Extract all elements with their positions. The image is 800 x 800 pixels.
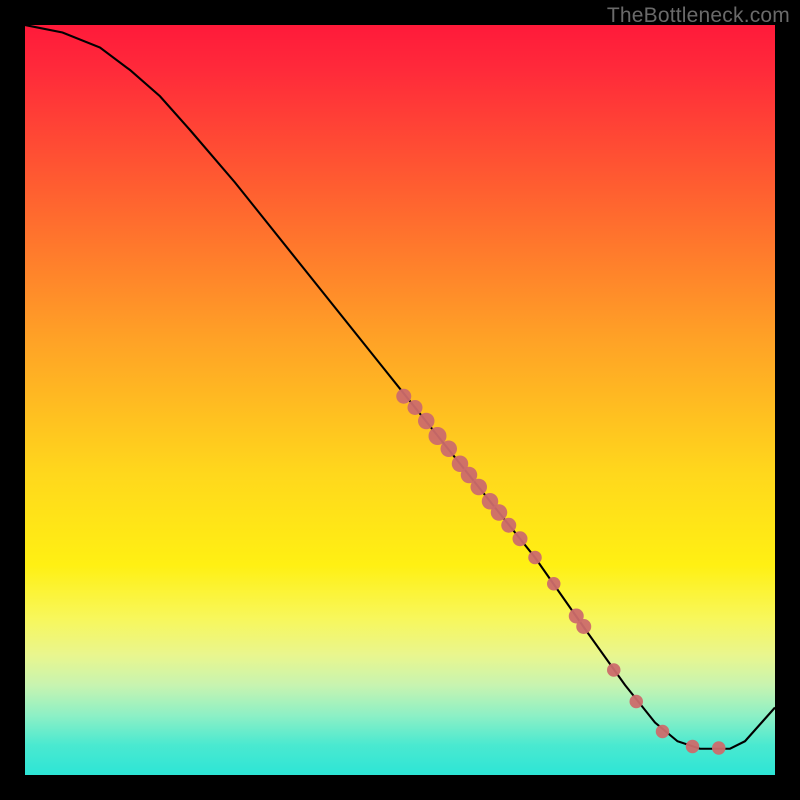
data-marker bbox=[547, 577, 561, 591]
data-marker bbox=[712, 741, 726, 755]
data-marker bbox=[441, 441, 458, 458]
data-marker bbox=[408, 400, 423, 415]
chart-frame: TheBottleneck.com bbox=[0, 0, 800, 800]
data-marker bbox=[396, 389, 411, 404]
data-marker bbox=[686, 740, 700, 754]
data-marker bbox=[491, 504, 508, 521]
data-marker bbox=[630, 695, 644, 709]
curve-svg bbox=[25, 25, 775, 775]
plot-area bbox=[25, 25, 775, 775]
data-marker bbox=[656, 725, 670, 739]
data-marker bbox=[607, 663, 621, 677]
data-marker bbox=[418, 413, 435, 430]
data-marker bbox=[501, 518, 516, 533]
data-marker bbox=[576, 619, 591, 634]
data-marker bbox=[513, 531, 528, 546]
bottleneck-curve bbox=[25, 25, 775, 749]
data-marker bbox=[528, 551, 542, 565]
data-marker bbox=[471, 479, 488, 496]
data-markers bbox=[396, 389, 725, 755]
